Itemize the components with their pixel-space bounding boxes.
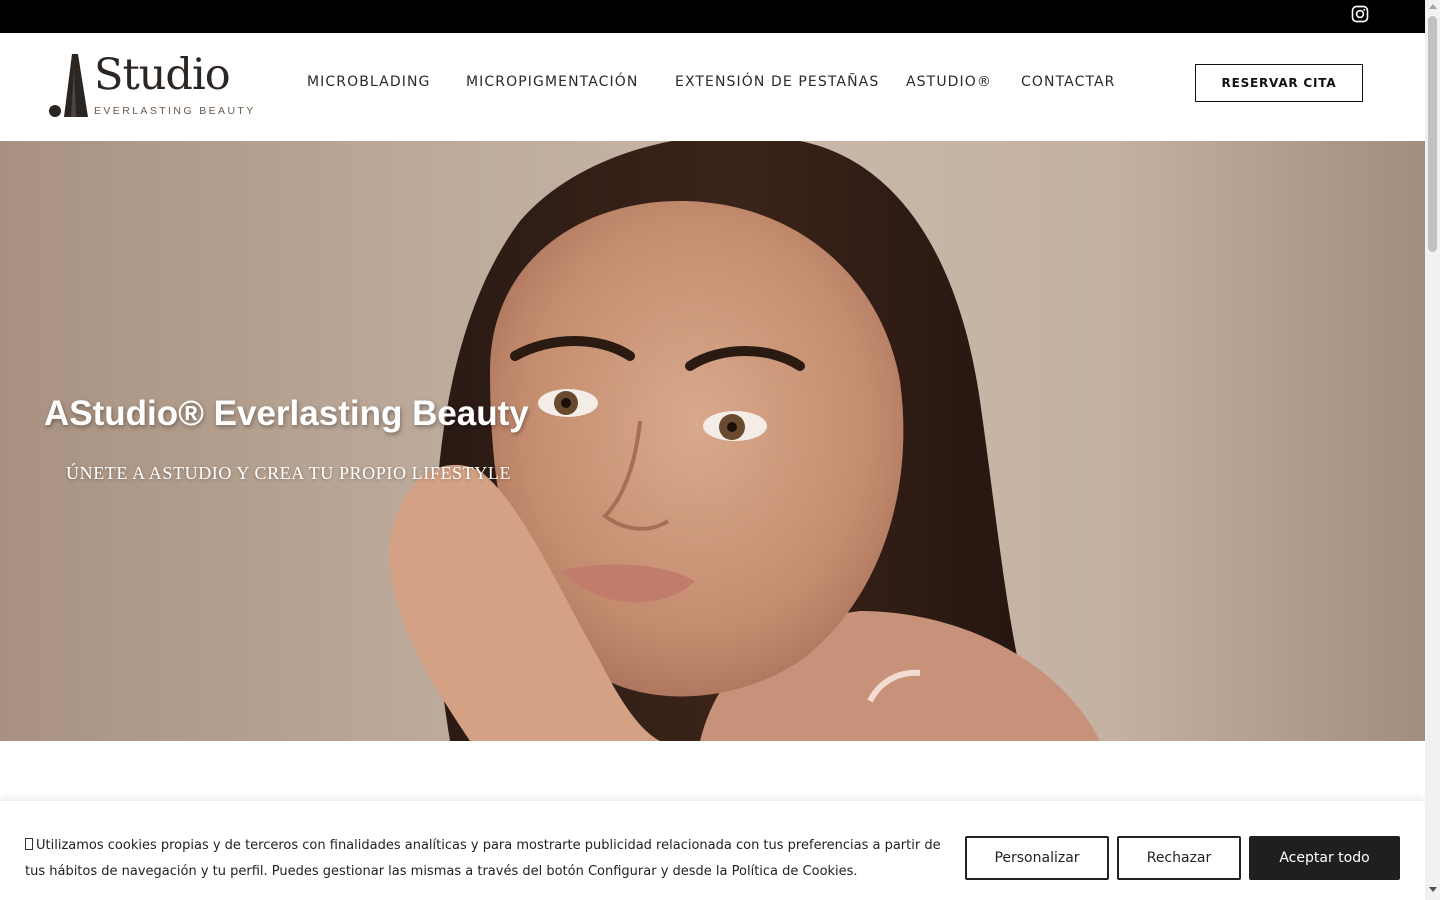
cookie-message: Utilizamos cookies propias y de terceros… [25,833,950,885]
site-logo[interactable]: Studio EVERLASTING BEAUTY [48,48,258,120]
scroll-down-arrow-icon[interactable] [1429,887,1437,892]
nav-item-contactar[interactable]: CONTACTAR [1021,74,1116,90]
top-bar [0,0,1425,33]
page-scrollbar[interactable] [1425,0,1440,900]
cookie-banner: Utilizamos cookies propias y de terceros… [0,800,1425,900]
hero-title: AStudio® Everlasting Beauty [44,394,529,433]
hero-portrait-image [389,141,1100,741]
hero-banner: AStudio® Everlasting Beauty ÚNETE A ASTU… [0,141,1425,741]
scroll-thumb[interactable] [1428,16,1437,252]
scroll-up-arrow-icon[interactable] [1429,4,1437,9]
nav-item-astudio[interactable]: ASTUDIO® [906,74,992,90]
logo-a-mark [49,54,88,117]
cookie-message-text: Utilizamos cookies propias y de terceros… [25,838,941,879]
customize-cookies-button[interactable]: Personalizar [965,836,1109,880]
accept-all-cookies-button[interactable]: Aceptar todo [1249,836,1400,880]
site-header: Studio EVERLASTING BEAUTY MICROBLADING M… [0,33,1425,141]
logo-tagline: EVERLASTING BEAUTY [94,105,256,117]
cookie-icon [25,838,33,850]
hero-subtitle: ÚNETE A ASTUDIO Y CREA TU PROPIO LIFESTY… [66,463,512,483]
nav-item-microblading[interactable]: MICROBLADING [307,74,430,90]
book-appointment-button[interactable]: RESERVAR CITA [1195,64,1363,102]
nav-item-micropigmentacion[interactable]: MICROPIGMENTACIÓN [466,74,638,90]
reject-cookies-button[interactable]: Rechazar [1117,836,1241,880]
nav-item-extension-pestanas[interactable]: EXTENSIÓN DE PESTAÑAS [675,74,879,90]
logo-wordmark: Studio [94,50,231,100]
instagram-icon[interactable] [1351,5,1369,23]
